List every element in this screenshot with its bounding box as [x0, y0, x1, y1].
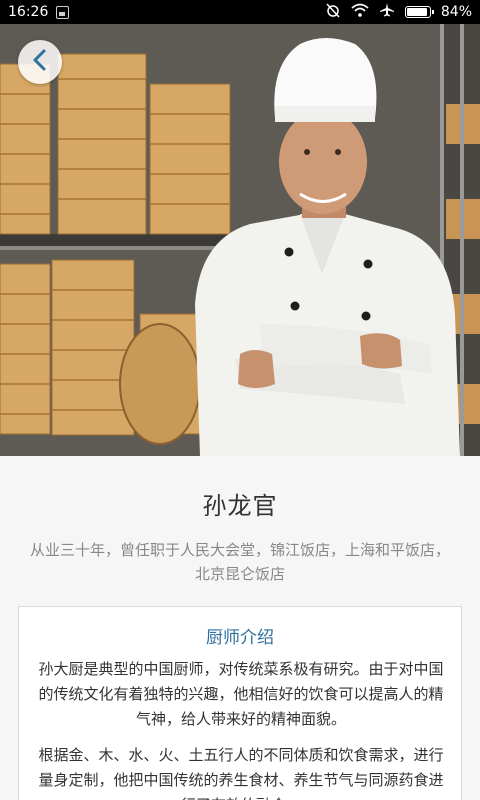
chef-profile: 孙龙官 从业三十年，曾任职于人民大会堂，锦江饭店，上海和平饭店，北京昆仑饭店 厨… — [0, 456, 480, 800]
gallery-notification-icon — [56, 5, 70, 19]
chef-bio: 从业三十年，曾任职于人民大会堂，锦江饭店，上海和平饭店，北京昆仑饭店 — [30, 541, 451, 583]
intro-title: 厨师介绍 — [206, 628, 274, 648]
chef-intro-card: 厨师介绍 孙大厨是典型的中国厨师，对传统菜系极有研究。由于对中国的传统文化有着独… — [18, 606, 462, 800]
airplane-mode-icon — [379, 2, 395, 22]
status-bar: 16:26 84% — [0, 0, 480, 24]
back-button[interactable] — [18, 40, 62, 84]
battery-level: 84% — [440, 4, 472, 20]
alarm-off-icon — [325, 2, 341, 22]
status-time: 16:26 — [8, 4, 49, 20]
wifi-icon — [351, 3, 369, 21]
chevron-left-icon — [30, 48, 50, 76]
intro-paragraph: 孙大厨是典型的中国厨师，对传统菜系极有研究。由于对中国的传统文化有着独特的兴趣，… — [38, 660, 444, 728]
battery-icon — [404, 6, 434, 18]
intro-paragraph: 根据金、木、水、火、土五行人的不同体质和饮食需求，进行量身定制，他把中国传统的养… — [38, 746, 444, 800]
chef-name: 孙龙官 — [202, 492, 278, 520]
chef-photo — [0, 24, 480, 456]
